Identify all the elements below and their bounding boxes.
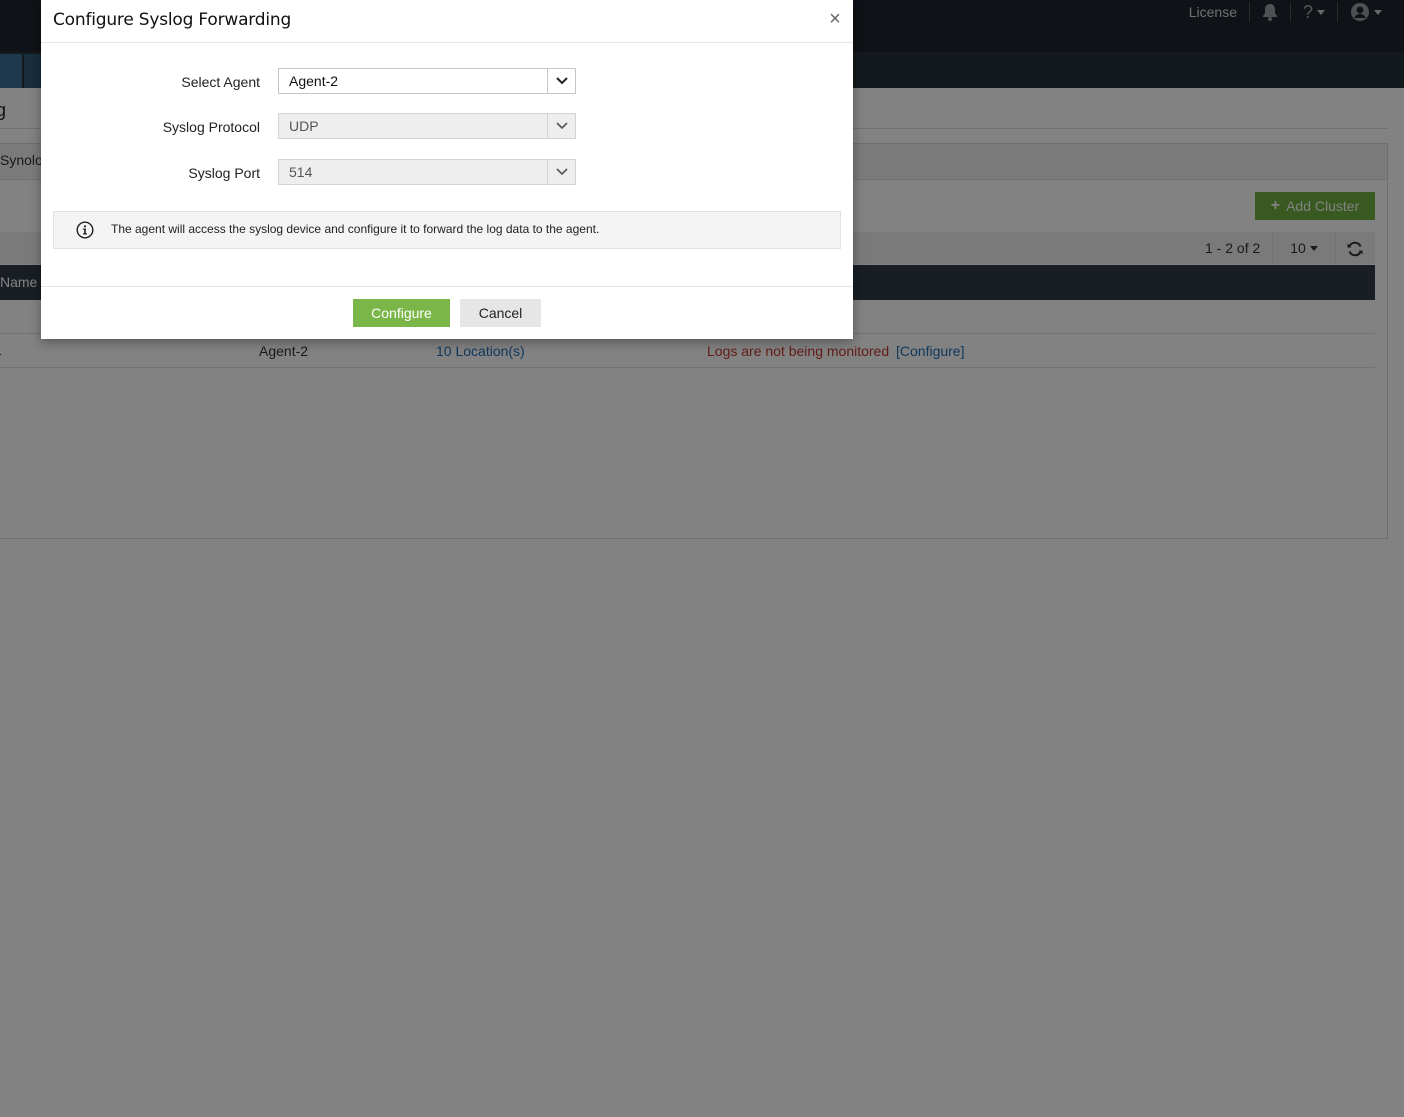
configure-button[interactable]: Configure [353, 299, 450, 327]
divider [41, 286, 853, 287]
close-icon[interactable]: × [826, 9, 844, 29]
syslog-port-dropdown: 514 [278, 159, 576, 185]
cancel-button[interactable]: Cancel [460, 299, 541, 327]
syslog-port-value: 514 [289, 164, 313, 180]
configure-syslog-dialog: Configure Syslog Forwarding × Select Age… [41, 0, 853, 339]
info-message: The agent will access the syslog device … [53, 211, 841, 249]
syslog-port-label: Syslog Port [188, 165, 260, 181]
select-agent-label: Select Agent [181, 74, 260, 90]
syslog-protocol-dropdown: UDP [278, 113, 576, 139]
dialog-header: Configure Syslog Forwarding × [41, 0, 853, 43]
syslog-protocol-value: UDP [289, 118, 319, 134]
chevron-down-icon[interactable] [547, 69, 575, 93]
select-agent-value: Agent-2 [289, 73, 339, 89]
chevron-down-icon [547, 160, 575, 184]
info-icon [76, 221, 94, 239]
syslog-protocol-label: Syslog Protocol [162, 119, 260, 135]
select-agent-dropdown[interactable]: Agent-2 [278, 68, 576, 94]
dialog-title: Configure Syslog Forwarding [53, 10, 292, 30]
info-text: The agent will access the syslog device … [111, 222, 600, 236]
chevron-down-icon [547, 114, 575, 138]
